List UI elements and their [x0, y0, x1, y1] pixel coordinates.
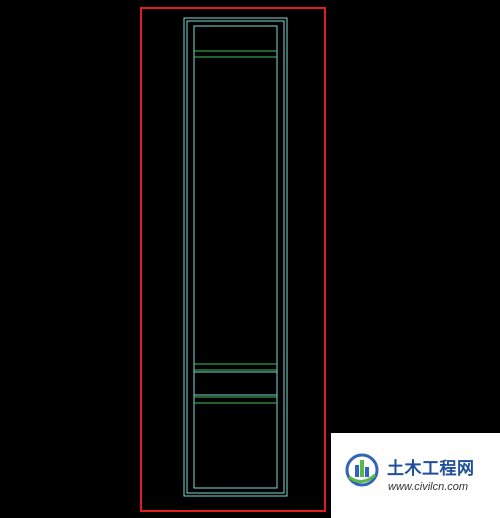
- door-frame-outer: [183, 17, 288, 497]
- lower-rail: [194, 396, 277, 404]
- door-frame-inner: [193, 25, 278, 489]
- watermark-url: www.civilcn.com: [388, 481, 469, 493]
- boundary-rectangle: [140, 7, 326, 512]
- door-frame-middle: [186, 20, 285, 494]
- watermark-title: 土木工程网: [387, 459, 475, 479]
- building-logo-icon: [345, 453, 379, 487]
- watermark: 土木工程网 www.civilcn.com: [331, 433, 500, 518]
- middle-rail: [194, 363, 277, 371]
- top-rail: [194, 50, 277, 58]
